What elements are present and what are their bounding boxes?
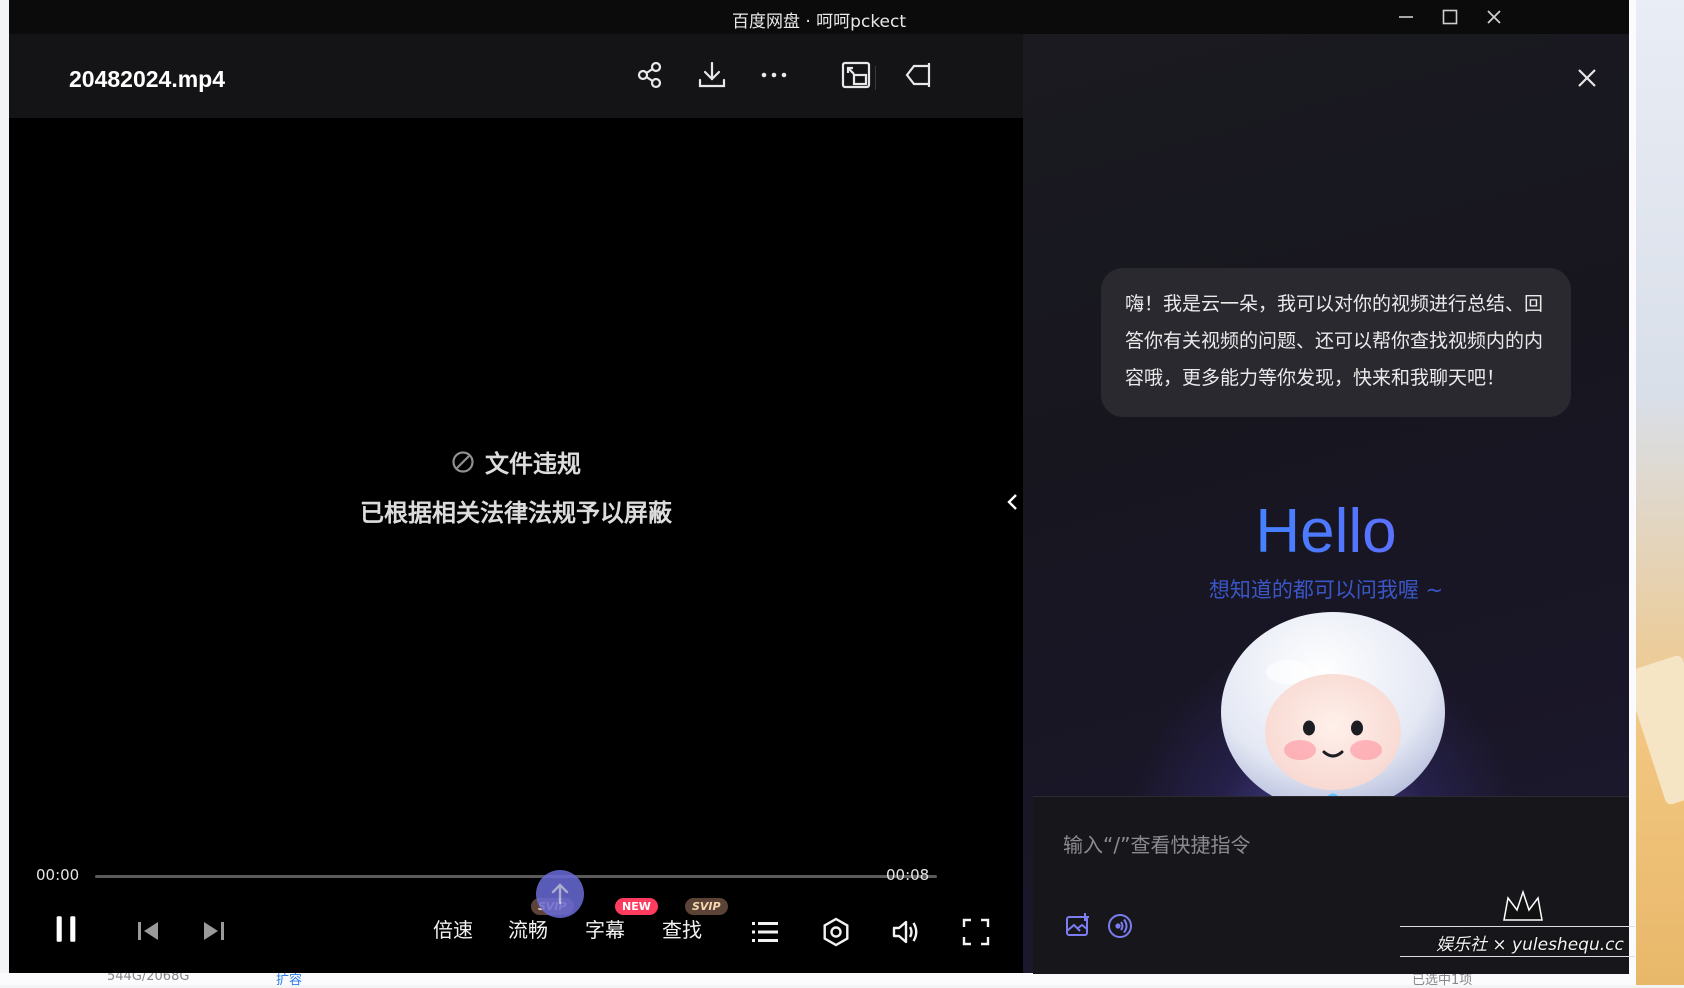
violation-title: 文件违规: [485, 450, 581, 478]
violation-message: 已根据相关法律法规予以屏蔽: [360, 499, 672, 527]
maximize-icon[interactable]: [1439, 6, 1461, 28]
file-title: 20482024.mp4: [69, 66, 226, 92]
current-time: 00:00: [36, 866, 80, 884]
settings-icon[interactable]: [819, 915, 853, 949]
assistant-greeting: 嗨！我是云一朵，我可以对你的视频进行总结、回答你有关视频的问题、还可以帮你查找视…: [1101, 268, 1571, 417]
watermark-text: 娱乐社 × yuleshequ.cc: [1436, 935, 1624, 955]
progress-bar[interactable]: [95, 875, 937, 878]
download-icon[interactable]: [695, 58, 729, 92]
send-button[interactable]: [536, 870, 584, 918]
pause-icon[interactable]: [49, 912, 89, 952]
player-window: 百度网盘 · 呵呵pckect 20482024.mp4 文件违规 已根据相关法…: [9, 0, 1629, 974]
watermark: 娱乐社 × yuleshequ.cc: [1400, 886, 1635, 958]
total-time: 00:08: [886, 866, 930, 884]
crown-icon: [1503, 889, 1543, 921]
chat-input[interactable]: 输入“/”查看快捷指令: [1063, 829, 1250, 858]
search-svip-badge: SVIP: [685, 898, 728, 915]
chevron-left-icon[interactable]: [1005, 490, 1021, 514]
next-icon[interactable]: [197, 914, 231, 948]
image-upload-icon[interactable]: [1063, 911, 1093, 941]
volume-icon[interactable]: [889, 915, 923, 949]
player-header: 20482024.mp4: [9, 34, 1023, 118]
subtitle-button[interactable]: 字幕: [585, 914, 625, 943]
quality-button[interactable]: 流畅: [508, 914, 548, 943]
desktop-background: [1623, 0, 1684, 985]
prohibited-icon: [452, 450, 474, 473]
background-app-statusbar: 544G/2068G 扩容 已选中1项: [0, 969, 1629, 988]
subtitle-new-badge: NEW: [615, 898, 658, 915]
more-icon[interactable]: [757, 58, 791, 92]
window-close-icon[interactable]: [1483, 6, 1505, 28]
minimize-icon[interactable]: [1395, 6, 1417, 28]
header-divider: [875, 66, 876, 90]
background-window-edge: [1629, 0, 1636, 985]
violation-notice: 文件违规 已根据相关法律法规予以屏蔽: [9, 444, 1023, 528]
picture-in-picture-icon[interactable]: [839, 58, 873, 92]
ai-assistant-panel: 嗨！我是云一朵，我可以对你的视频进行总结、回答你有关视频的问题、还可以帮你查找视…: [1023, 34, 1629, 974]
watermark-line-bottom: [1400, 956, 1635, 957]
share-icon[interactable]: [633, 58, 667, 92]
collapse-panel-icon[interactable]: [901, 58, 935, 92]
video-player[interactable]: 20482024.mp4 文件违规 已根据相关法律法规予以屏蔽 00:00 00…: [9, 34, 1023, 973]
search-button[interactable]: 查找: [662, 914, 702, 943]
watermark-line-top: [1400, 926, 1635, 927]
previous-icon[interactable]: [131, 914, 165, 948]
hello-heading: Hello: [1023, 496, 1629, 567]
speed-button[interactable]: 倍速: [433, 914, 473, 943]
playlist-icon[interactable]: [748, 915, 782, 949]
hello-subtitle: 想知道的都可以问我喔 ~: [1208, 578, 1444, 602]
window-title: 百度网盘 · 呵呵pckect: [731, 12, 907, 32]
close-icon[interactable]: [1571, 62, 1603, 94]
title-bar: 百度网盘 · 呵呵pckect: [9, 0, 1629, 34]
voice-input-icon[interactable]: [1105, 911, 1135, 941]
fullscreen-icon[interactable]: [959, 915, 993, 949]
